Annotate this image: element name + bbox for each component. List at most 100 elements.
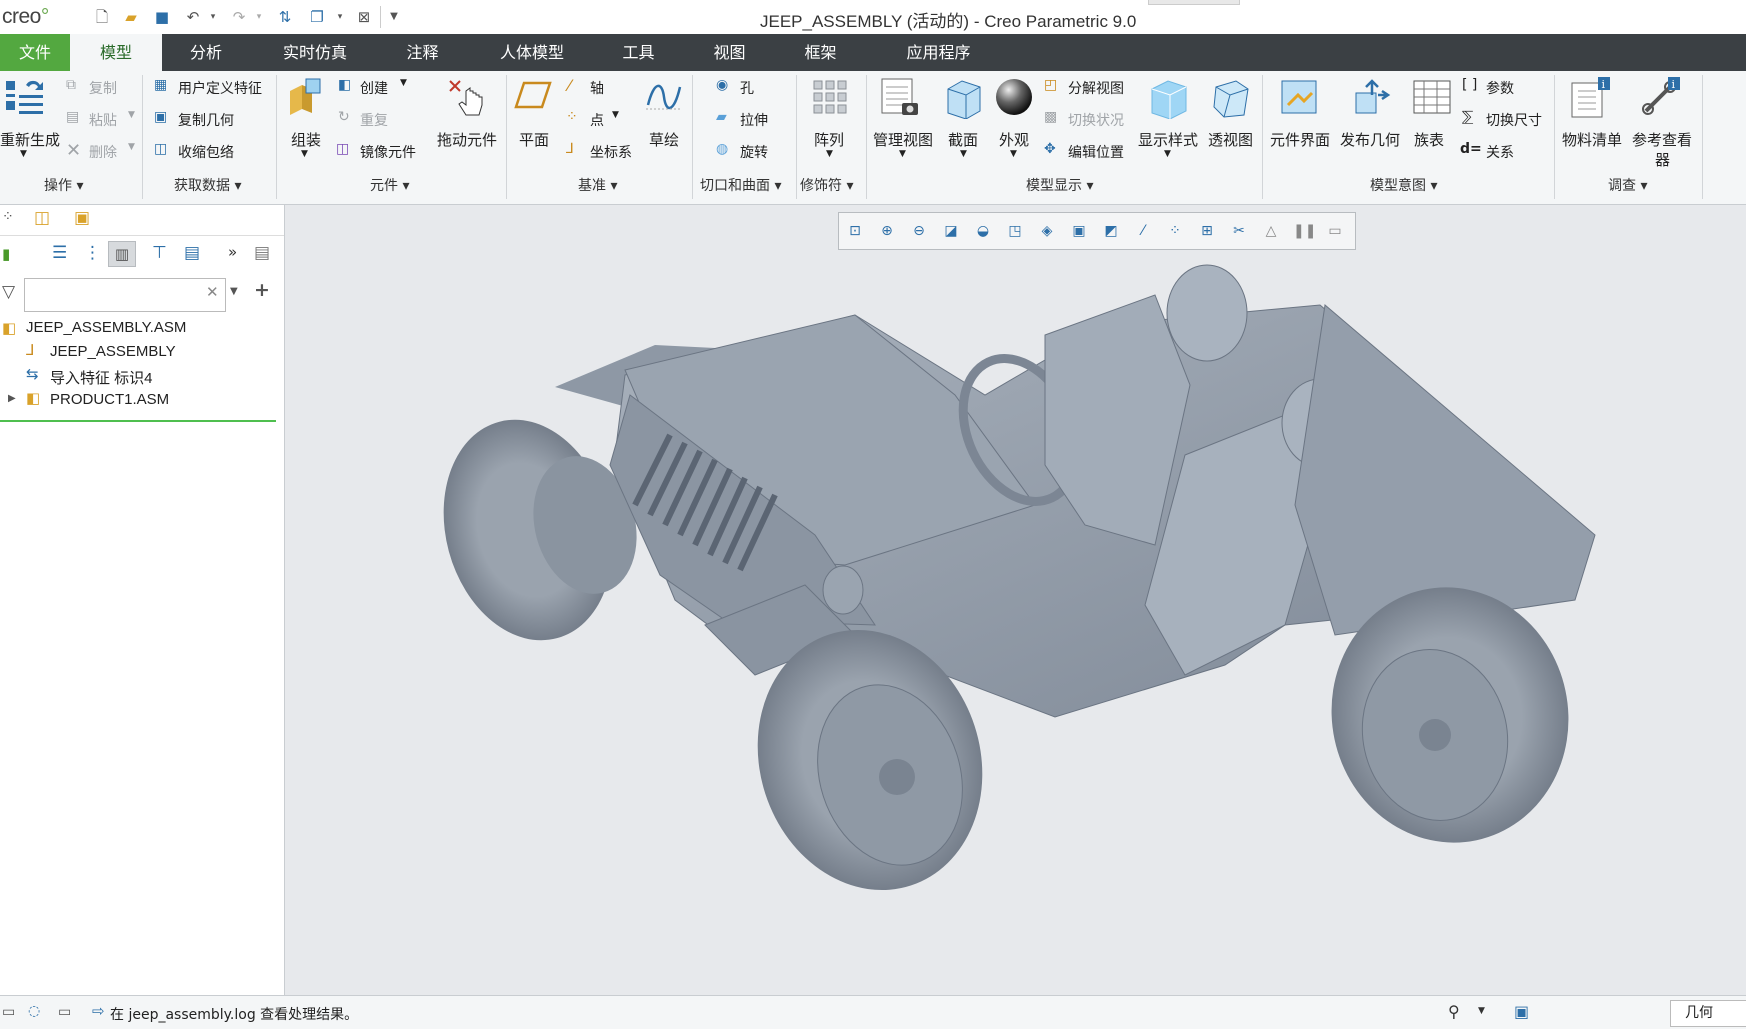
group-label-model-display[interactable]: 模型显示 ▾ [1026,175,1093,195]
edit-position-button[interactable]: 编辑位置 [1068,142,1124,162]
menu-view[interactable]: 视图 [697,34,762,71]
parameters-button[interactable]: 参数 [1486,78,1514,98]
csys-button[interactable]: 坐标系 [590,142,632,162]
repeat-button[interactable]: 重复 [360,110,388,130]
point-dropdown-icon[interactable]: ▼ [612,110,619,120]
repaint-icon[interactable]: ◪ [941,221,961,241]
assemble-icon[interactable] [286,77,326,117]
delete-dropdown-icon[interactable]: ▼ [128,142,135,152]
close-window-icon[interactable]: ⊠ [354,7,374,27]
create-dropdown-icon[interactable]: ▼ [400,78,407,88]
find-dropdown-icon[interactable]: ▼ [1478,1006,1485,1016]
group-label-get-data[interactable]: 获取数据 ▾ [174,175,241,195]
group-label-modifiers[interactable]: 修饰符 ▾ [800,175,853,195]
menu-tools[interactable]: 工具 [606,34,671,71]
plane-icon[interactable] [514,79,554,113]
display-style-small-icon[interactable]: ◒ [973,221,993,241]
menu-file[interactable]: 文件 [0,34,70,71]
tree-print-icon[interactable]: ▤ [254,243,270,263]
drag-component-icon[interactable] [448,77,488,119]
relations-button[interactable]: 关系 [1486,142,1514,162]
annotation-display-icon[interactable]: ✂ [1229,221,1249,241]
family-table-icon[interactable] [1412,77,1454,119]
pause-icon[interactable]: ❚❚ [1293,221,1316,241]
section-button[interactable]: 截面 [948,129,978,150]
switch-dimensions-button[interactable]: 切换尺寸 [1486,110,1542,130]
pattern-button[interactable]: 阵列 [814,129,844,150]
appearance-icon[interactable] [994,77,1036,119]
explode-view-button[interactable]: 分解视图 [1068,78,1124,98]
selection-icon[interactable]: ▣ [1514,1002,1529,1021]
refit-icon[interactable]: ⊡ [845,221,865,241]
save-icon[interactable]: ■ [152,7,172,27]
group-label-investigate[interactable]: 调查 ▾ [1608,175,1647,195]
menu-annotate[interactable]: 注释 [390,34,455,71]
menu-manikin[interactable]: 人体模型 [488,34,576,71]
open-folder-icon[interactable]: ▰ [121,7,141,27]
regenerate-button[interactable]: 重新生成 [0,129,60,150]
publish-geometry-button[interactable]: 发布几何 [1340,129,1400,150]
new-file-icon[interactable]: 🗋 [92,7,112,27]
extrude-button[interactable]: 拉伸 [740,110,768,130]
axis-button[interactable]: 轴 [590,78,604,98]
component-interface-icon[interactable] [1280,77,1322,119]
clear-search-icon[interactable]: ✕ [206,283,219,301]
reference-viewer-button-line2[interactable]: 器 [1655,149,1670,170]
expand-arrow-icon[interactable]: ▶ [8,393,16,404]
sketch-button[interactable]: 草绘 [649,129,679,150]
regenerate-icon[interactable] [4,75,46,117]
model-tree-tab-icon[interactable]: ⁘ [2,209,14,225]
group-label-component[interactable]: 元件 ▾ [370,175,409,195]
undo-dropdown-icon[interactable]: ▾ [203,7,223,27]
pattern-icon[interactable] [810,77,850,117]
appearance-button[interactable]: 外观 [999,129,1029,150]
view-manager-icon[interactable]: ◈ [1037,221,1057,241]
family-table-button[interactable]: 族表 [1414,129,1444,150]
tree-show-icon[interactable]: ▤ [184,243,200,263]
datum-display-icon[interactable]: ⁄ [1133,221,1153,241]
add-filter-icon[interactable]: + [254,279,270,301]
group-label-model-intent[interactable]: 模型意图 ▾ [1370,175,1437,195]
drag-component-button[interactable]: 拖动元件 [437,129,497,150]
csys-display-icon[interactable]: ⊞ [1197,221,1217,241]
redo-dropdown-icon[interactable]: ▾ [249,7,269,27]
section-dropdown-icon[interactable]: ▼ [960,149,967,159]
publish-geometry-icon[interactable] [1350,77,1392,119]
point-display-icon[interactable]: ⁘ [1165,221,1185,241]
assemble-dropdown-icon[interactable]: ▼ [301,149,308,159]
display-style-icon[interactable] [1148,77,1190,119]
bom-icon[interactable]: i [1570,77,1612,119]
menu-model[interactable]: 模型 [70,34,162,71]
mirror-component-button[interactable]: 镜像元件 [360,142,416,162]
perspective-button[interactable]: 透视图 [1208,129,1253,150]
section-icon[interactable] [942,77,984,119]
tree-item-csys[interactable]: JEEP_ASSEMBLY [50,343,176,360]
component-interface-button[interactable]: 元件界面 [1270,129,1330,150]
create-component-button[interactable]: 创建 [360,78,388,98]
display-style-button[interactable]: 显示样式 [1138,129,1198,150]
zoom-in-icon[interactable]: ⊕ [877,221,897,241]
pattern-dropdown-icon[interactable]: ▼ [826,149,833,159]
sketch-icon[interactable] [644,77,684,117]
copy-button[interactable]: 复制 [89,78,117,98]
selection-filter[interactable]: 几何 [1670,1000,1746,1027]
section-small-icon[interactable]: ◩ [1101,221,1121,241]
graphics-window[interactable] [285,205,1746,995]
delete-button[interactable]: 删除 [89,142,117,162]
copy-geometry-button[interactable]: 复制几何 [178,110,234,130]
revolve-button[interactable]: 旋转 [740,142,768,162]
more-options-icon[interactable]: » [228,243,237,261]
paste-button[interactable]: 粘贴 [89,110,117,130]
paste-dropdown-icon[interactable]: ▼ [128,110,135,120]
reference-viewer-button[interactable]: 参考查看 [1632,129,1692,150]
annotation-icon[interactable]: ▭ [1325,221,1345,241]
saved-orientations-icon[interactable]: ◳ [1005,221,1025,241]
favorites-tab-icon[interactable]: ▣ [74,208,90,228]
menu-framework[interactable]: 框架 [788,34,853,71]
manage-views-dropdown-icon[interactable]: ▼ [899,149,906,159]
tree-item-product1-asm[interactable]: PRODUCT1.ASM [50,391,169,408]
assemble-button[interactable]: 组装 [291,129,321,150]
point-button[interactable]: 点 [590,110,604,130]
zoom-out-icon[interactable]: ⊖ [909,221,929,241]
shrinkwrap-button[interactable]: 收缩包络 [178,142,234,162]
